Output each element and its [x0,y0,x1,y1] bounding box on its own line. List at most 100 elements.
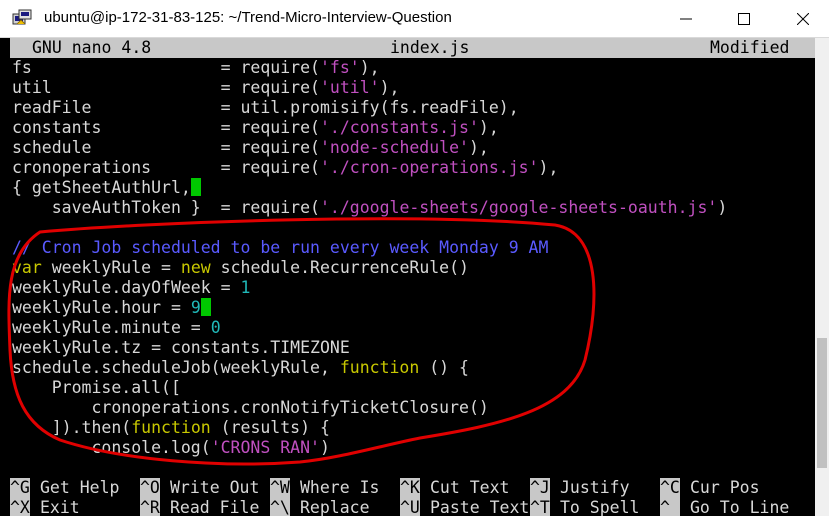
help-bar-row-2: ^X Exit ^R Read File ^\ Replace ^U Paste Text ^T… [10,498,815,516]
code-line: weeklyRule.minute = 0 [12,318,221,338]
code-token: ), [478,118,499,137]
code-token: weeklyRule.minute = [12,318,211,337]
code-line: cronoperations.cronNotifyTicketClosure() [12,398,489,418]
code-token: function [339,358,420,377]
code-token: schedule [12,138,221,157]
shortcut-key: ^C [660,478,680,498]
shortcut-key: ^O [140,478,160,498]
code-line: saveAuthToken } = require('./google-shee… [12,198,728,218]
code-token: console.log( [12,438,211,457]
code-token: fs [12,58,221,77]
code-line: Promise.all([ [12,378,181,398]
text-cursor [200,298,211,316]
code-token: schedule.scheduleJob(weeklyRule, [12,358,340,377]
code-token: 'node-schedule' [319,138,469,157]
code-line: weeklyRule.hour = 9 [12,298,211,318]
code-token: = util.promisify(fs.readFile), [220,98,519,117]
terminal-window: ubuntu@ip-172-31-83-125: ~/Trend-Micro-I… [0,0,829,516]
code-line: constants = require('./constants.js'), [12,118,499,138]
terminal-area[interactable]: GNU nano 4.8 index.js Modified fs = requ… [10,38,815,516]
shortcut-label: Where Is [300,478,380,497]
shortcut-label: Write Out [170,478,260,497]
shortcut-label: Justify [560,478,630,497]
close-button[interactable] [777,0,829,38]
code-token: 'fs' [319,58,360,77]
shortcut-key: ^X [10,498,30,516]
code-line: weeklyRule.dayOfWeek = 1 [12,278,250,298]
shortcut-label: Go To Line [690,498,790,516]
code-token: util [12,78,221,97]
code-token: () { [419,358,469,377]
shortcut-label: Get Help [40,478,120,497]
shortcut-key: ^\ [270,498,290,516]
code-token: cronoperations [12,158,221,177]
code-token: 'CRONS RAN' [210,438,320,457]
shortcut-label: Cur Pos [690,478,760,497]
close-icon [797,13,809,25]
code-token: 'util' [319,78,380,97]
code-token: './google-sheets/google-sheets-oauth.js' [319,198,718,217]
code-token: './cron-operations.js' [319,158,539,177]
nano-header: GNU nano 4.8 index.js Modified [10,38,815,58]
code-token: 0 [210,318,221,337]
code-token: weeklyRule = [41,258,181,277]
code-token: ), [359,58,380,77]
code-token: = require( [220,78,320,97]
minimize-button[interactable] [660,0,712,38]
code-token: = require( [220,58,320,77]
code-line: // Cron Job scheduled to be run every we… [12,238,548,258]
shortcut-key: ^W [270,478,290,498]
code-token: = require( [220,158,320,177]
window-title: ubuntu@ip-172-31-83-125: ~/Trend-Micro-I… [44,9,452,26]
code-token: constants [12,118,221,137]
code-token: cronoperations.cronNotifyTicketClosure() [12,398,489,417]
maximize-button[interactable] [718,0,770,38]
code-line: readFile = util.promisify(fs.readFile), [12,98,519,118]
shortcut-key: ^_ [660,498,680,516]
code-token: ]).then( [12,418,132,437]
shortcut-label: To Spell [560,498,640,516]
code-line: var weeklyRule = new schedule.Recurrence… [12,258,469,278]
code-token: ) [319,438,330,457]
shortcut-key: ^U [400,498,420,516]
nano-status: Modified [710,38,790,57]
vertical-scrollbar[interactable] [815,38,829,516]
code-token: // Cron Job scheduled to be run every we… [12,238,549,257]
code-token: ), [538,158,559,177]
code-token: schedule.RecurrenceRule() [210,258,469,277]
code-token: saveAuthToken } [12,198,221,217]
scrollbar-thumb[interactable] [817,338,827,468]
code-token: 1 [240,278,251,297]
code-token: function [131,418,211,437]
text-cursor [190,178,201,196]
shortcut-label: Paste Text [430,498,530,516]
nano-version: GNU nano 4.8 [32,38,152,57]
code-token: weeklyRule.dayOfWeek = [12,278,241,297]
shortcut-label: Read File [170,498,260,516]
code-line: schedule.scheduleJob(weeklyRule, functio… [12,358,469,378]
code-line: cronoperations = require('./cron-operati… [12,158,558,178]
code-line: console.log('CRONS RAN') [12,438,330,458]
code-token: var [12,258,42,277]
code-token: readFile [12,98,221,117]
code-token: weeklyRule.hour = [12,298,191,317]
shortcut-key: ^G [10,478,30,498]
shortcut-key: ^R [140,498,160,516]
code-line: weeklyRule.tz = constants.TIMEZONE [12,338,350,358]
code-token: ), [468,138,489,157]
code-token: new [180,258,211,277]
code-token: = require( [220,138,320,157]
shortcut-label: Exit [40,498,80,516]
code-token: { getSheetAuthUrl, [12,178,191,197]
code-token: Promise.all([ [12,378,181,397]
code-token: (results) { [210,418,330,437]
maximize-icon [738,13,750,25]
code-line: util = require('util'), [12,78,399,98]
shortcut-key: ^T [530,498,550,516]
title-bar[interactable]: ubuntu@ip-172-31-83-125: ~/Trend-Micro-I… [0,0,829,38]
shortcut-key: ^K [400,478,420,498]
code-line: { getSheetAuthUrl, [12,178,201,198]
code-token: './constants.js' [319,118,479,137]
code-line: ]).then(function (results) { [12,418,330,438]
code-line: fs = require('fs'), [12,58,380,78]
